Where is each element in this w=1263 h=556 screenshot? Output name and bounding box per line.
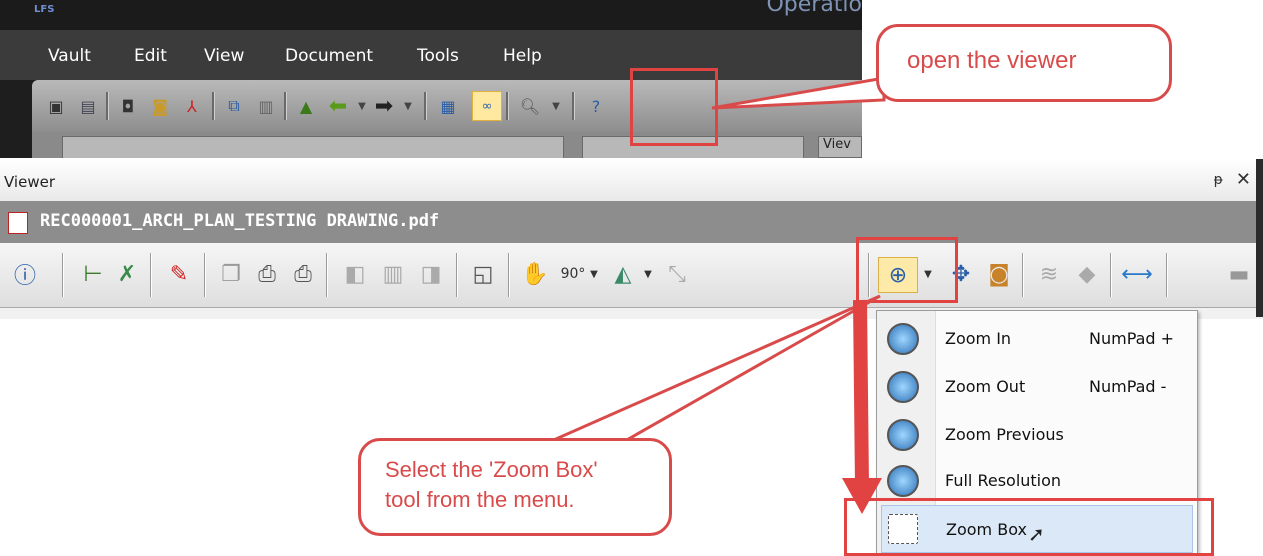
zoom-box-callout-line2: tool from the menu. xyxy=(385,487,575,512)
zoom-box-callout: Select the 'Zoom Box' tool from the menu… xyxy=(358,438,672,536)
viewer-callout: open the viewer xyxy=(876,24,1172,102)
zoom-box-callout-line1: Select the 'Zoom Box' xyxy=(385,457,598,482)
viewer-callout-pointer xyxy=(711,76,886,110)
down-arrow-shaft xyxy=(853,299,869,487)
viewer-callout-text: open the viewer xyxy=(907,47,1077,74)
down-arrow-head xyxy=(842,478,882,514)
